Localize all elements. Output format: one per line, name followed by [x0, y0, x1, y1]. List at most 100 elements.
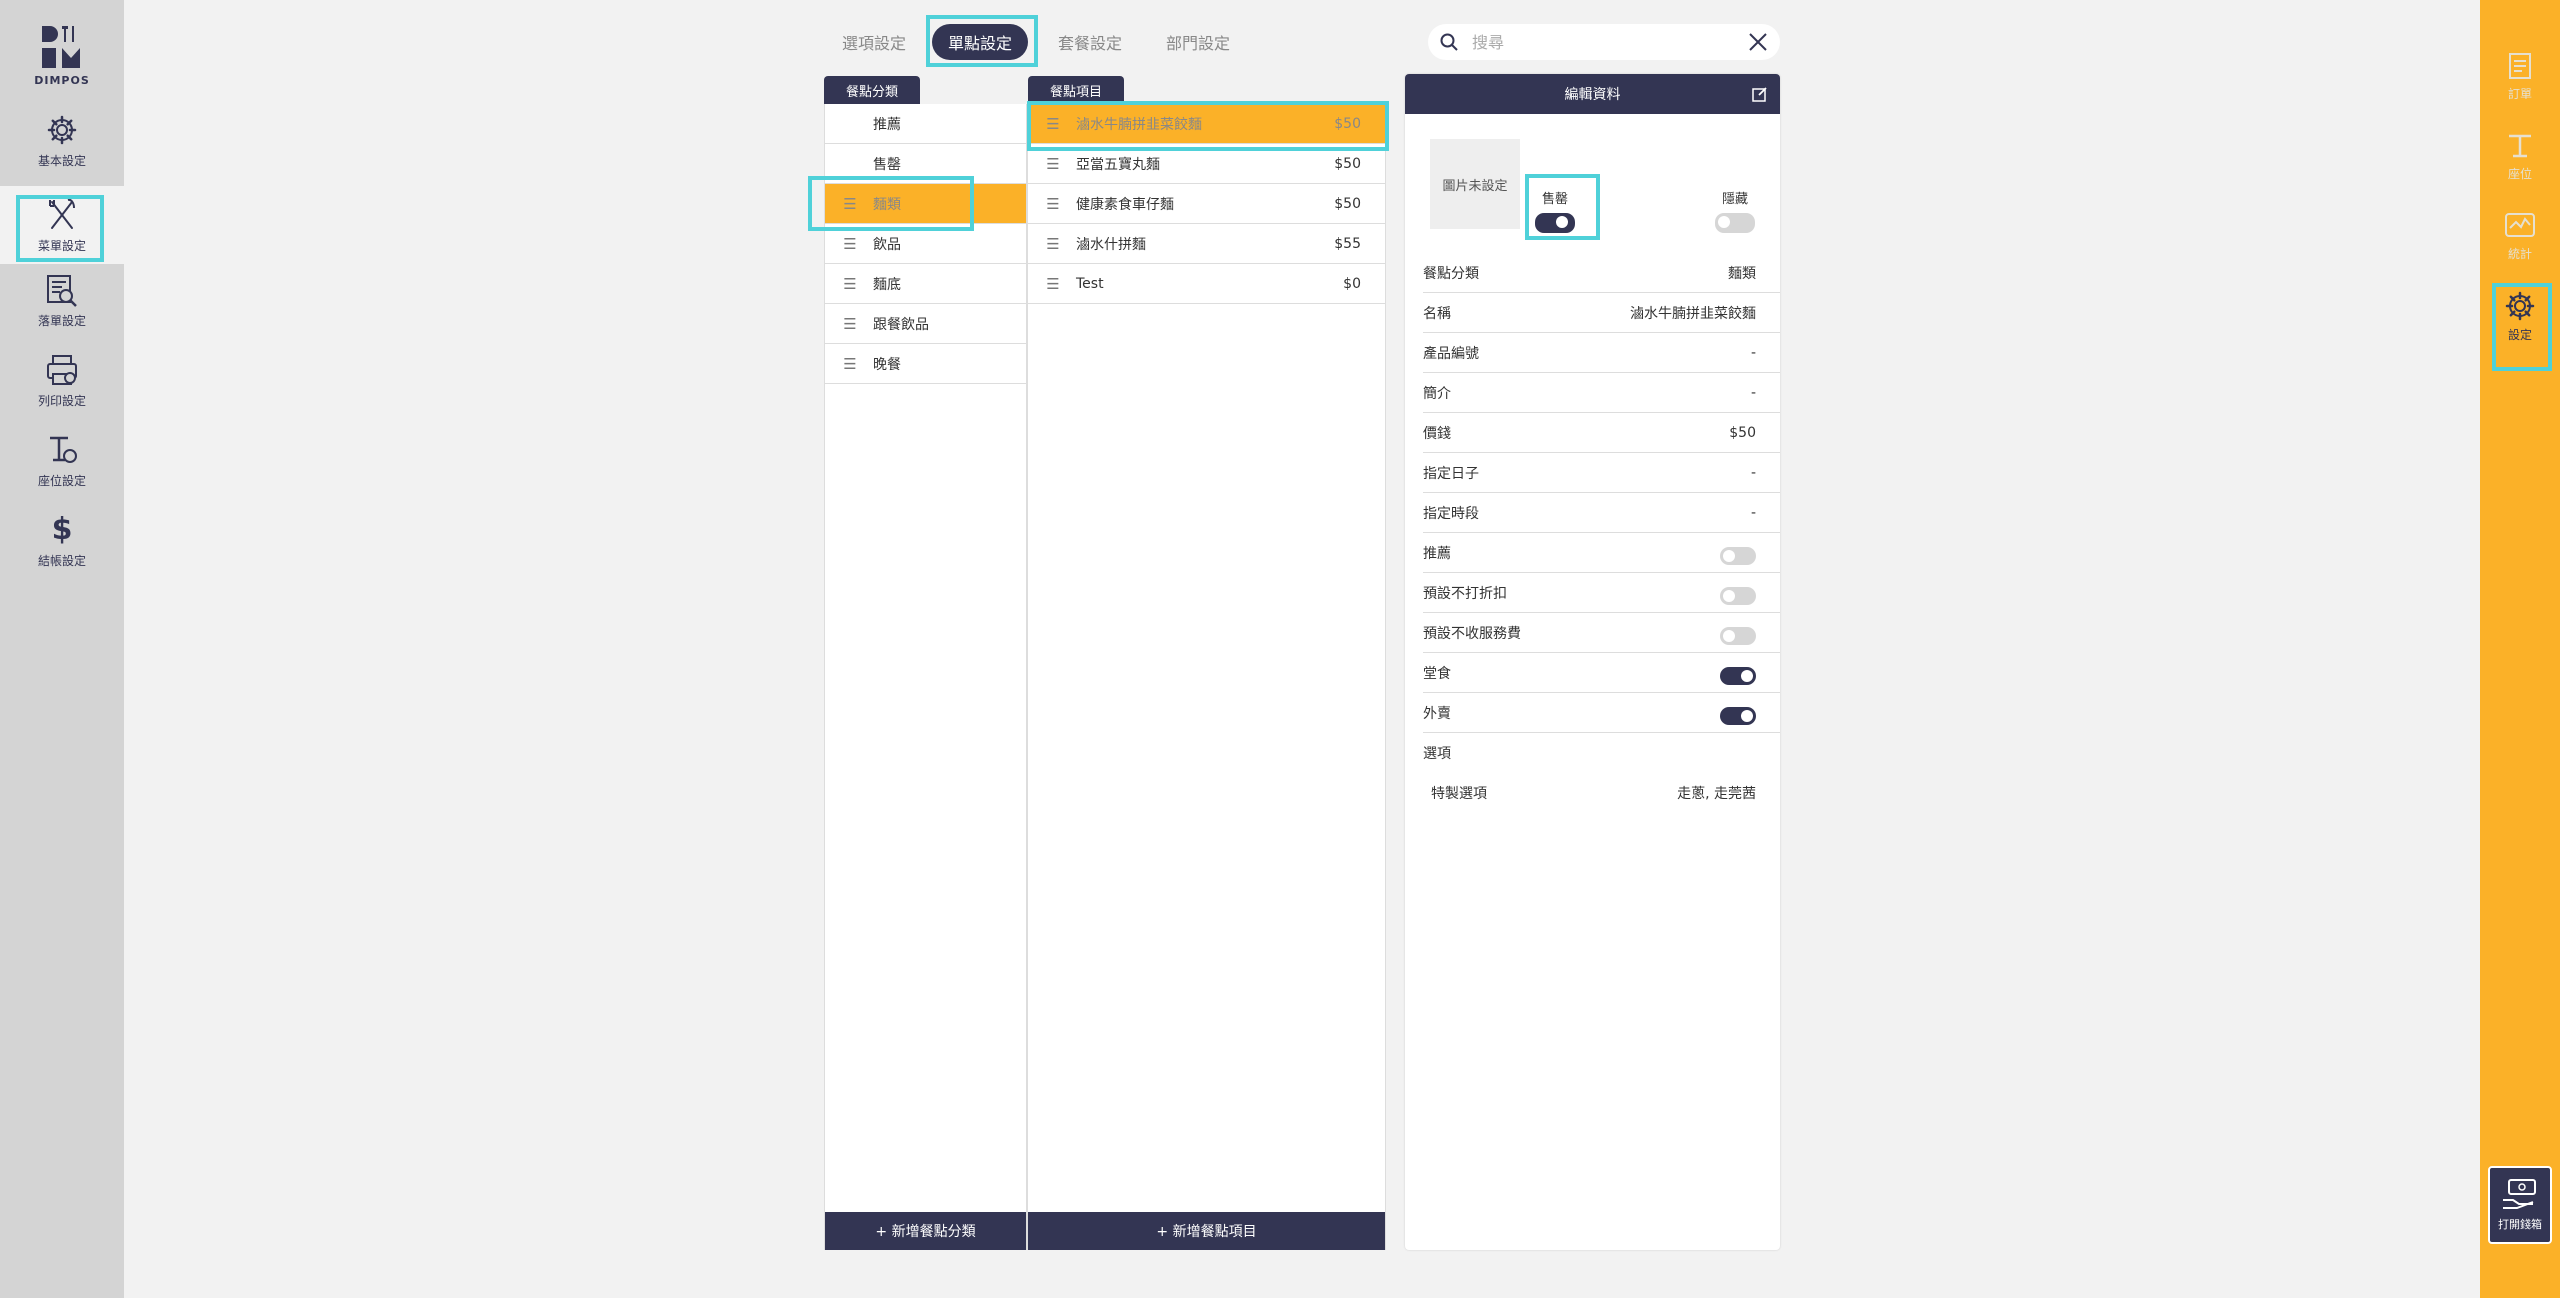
- item-name: 滷水什拼麵: [1076, 236, 1146, 253]
- category-name: 跟餐飲品: [873, 316, 929, 333]
- category-row-noodles[interactable]: ☰ 麵類: [825, 184, 1026, 224]
- field-row-description[interactable]: 簡介 -: [1423, 373, 1780, 413]
- category-row-noodle-base[interactable]: ☰ 麵底: [825, 264, 1026, 304]
- tab-set-meal[interactable]: 套餐設定: [1042, 24, 1138, 60]
- gear-icon: [42, 112, 82, 148]
- field-row-name[interactable]: 名稱 滷水牛腩拼韭菜餃麵: [1423, 293, 1780, 333]
- toggle-row-takeaway: 外賣: [1423, 693, 1780, 733]
- toggle-label: 預設不收服務費: [1423, 625, 1521, 642]
- field-value: 麵類: [1728, 265, 1756, 282]
- toggle-row-dine-in: 堂食: [1423, 653, 1780, 693]
- drag-handle-icon[interactable]: ☰: [1044, 115, 1062, 133]
- image-placeholder[interactable]: 圖片未設定: [1430, 139, 1520, 229]
- field-value: -: [1750, 344, 1756, 361]
- field-row-price[interactable]: 價錢 $50: [1423, 413, 1780, 453]
- nav-label: 基本設定: [37, 153, 86, 168]
- hidden-toggle[interactable]: [1715, 213, 1755, 233]
- hidden-label: 隱藏: [1721, 192, 1748, 207]
- category-name: 推薦: [873, 116, 901, 133]
- item-row[interactable]: ☰ 亞當五寶丸麵 $50: [1028, 144, 1385, 184]
- nav-basic-settings[interactable]: 基本設定: [0, 100, 124, 180]
- drag-handle-icon[interactable]: ☰: [841, 355, 859, 373]
- category-row-soldout[interactable]: 售罄: [825, 144, 1026, 184]
- category-name: 麵類: [873, 196, 901, 213]
- close-icon[interactable]: [1748, 32, 1768, 52]
- open-cashbox-button[interactable]: 打開錢箱: [2488, 1166, 2552, 1244]
- tab-department[interactable]: 部門設定: [1150, 24, 1246, 60]
- logo-text: DIMPOS: [34, 74, 90, 87]
- rnav-tables[interactable]: 座位: [2480, 116, 2560, 196]
- item-row[interactable]: ☰ 滷水牛腩拼韭菜餃麵 $50: [1028, 104, 1385, 144]
- category-column-header: 餐點分類: [824, 76, 920, 104]
- nav-seat-settings[interactable]: 座位設定: [0, 420, 124, 500]
- chart-icon: [2505, 212, 2535, 237]
- hidden-toggle-block: 隱藏: [1715, 188, 1755, 233]
- field-value: $50: [1729, 424, 1756, 441]
- field-row-product-code[interactable]: 產品編號 -: [1423, 333, 1780, 373]
- option-row[interactable]: 特製選項 走蔥, 走莞茜: [1423, 773, 1780, 813]
- field-row-category[interactable]: 餐點分類 麵類: [1423, 253, 1780, 293]
- right-sidebar: 訂單 座位 統計 設定 打開錢箱: [2480, 0, 2560, 1298]
- rnav-label: 訂單: [2507, 86, 2532, 101]
- nav-checkout-settings[interactable]: $ 結帳設定: [0, 500, 124, 580]
- item-row[interactable]: ☰ 健康素食車仔麵 $50: [1028, 184, 1385, 224]
- nav-order-settings[interactable]: 落單設定: [0, 260, 124, 340]
- rnav-orders[interactable]: 訂單: [2480, 36, 2560, 116]
- field-label: 產品編號: [1423, 345, 1479, 362]
- drag-handle-icon[interactable]: ☰: [1044, 155, 1062, 173]
- recommended-toggle[interactable]: [1720, 546, 1756, 565]
- option-value: 走蔥, 走莞茜: [1677, 786, 1756, 802]
- cash-drawer-icon: [2503, 1179, 2536, 1209]
- item-price: $50: [1334, 155, 1361, 172]
- gear-icon: [2505, 291, 2535, 320]
- search-icon: [1440, 33, 1458, 51]
- rnav-settings[interactable]: 設定: [2480, 276, 2560, 356]
- item-name: 滷水牛腩拼韭菜餃麵: [1076, 116, 1202, 133]
- field-row-time[interactable]: 指定時段 -: [1423, 493, 1780, 533]
- item-row[interactable]: ☰ 滷水什拼麵 $55: [1028, 224, 1385, 264]
- nav-label: 結帳設定: [37, 553, 86, 568]
- add-item-button[interactable]: + 新增餐點項目: [1028, 1212, 1385, 1250]
- dine-in-toggle[interactable]: [1720, 666, 1756, 685]
- seat-icon: [42, 432, 82, 468]
- dollar-icon: $: [51, 512, 73, 547]
- category-row-meal-drinks[interactable]: ☰ 跟餐飲品: [825, 304, 1026, 344]
- toggle-row-no-service-charge: 預設不收服務費: [1423, 613, 1780, 653]
- rnav-stats[interactable]: 統計: [2480, 196, 2560, 276]
- item-row[interactable]: ☰ Test $0: [1028, 264, 1385, 304]
- no-service-charge-toggle[interactable]: [1720, 626, 1756, 645]
- tab-single-item[interactable]: 單點設定: [932, 24, 1028, 60]
- nav-label: 落單設定: [37, 313, 86, 328]
- field-row-days[interactable]: 指定日子 -: [1423, 453, 1780, 493]
- nav-label: 列印設定: [37, 393, 86, 408]
- nav-print-settings[interactable]: 列印設定: [0, 340, 124, 420]
- drag-handle-icon[interactable]: ☰: [841, 235, 859, 253]
- edit-icon[interactable]: [1752, 86, 1768, 102]
- add-category-button[interactable]: + 新增餐點分類: [825, 1212, 1026, 1250]
- category-row-dinner[interactable]: ☰ 晚餐: [825, 344, 1026, 384]
- table-icon: [2509, 134, 2531, 157]
- field-label: 簡介: [1423, 385, 1451, 402]
- field-label: 價錢: [1423, 425, 1451, 442]
- no-discount-toggle[interactable]: [1720, 586, 1756, 605]
- field-label: 指定日子: [1423, 465, 1479, 482]
- app-logo: DIMPOS: [0, 24, 124, 90]
- drag-handle-icon[interactable]: ☰: [841, 315, 859, 333]
- item-price: $0: [1343, 275, 1361, 292]
- drag-handle-icon[interactable]: ☰: [1044, 275, 1062, 293]
- item-price: $50: [1334, 115, 1361, 132]
- category-row-drinks[interactable]: ☰ 飲品: [825, 224, 1026, 264]
- takeaway-toggle[interactable]: [1720, 706, 1756, 725]
- nav-menu-settings[interactable]: 菜單設定: [0, 186, 124, 264]
- tab-options[interactable]: 選項設定: [826, 24, 922, 60]
- drag-handle-icon[interactable]: ☰: [1044, 235, 1062, 253]
- toggle-row-no-discount: 預設不打折扣: [1423, 573, 1780, 613]
- edit-panel-header: 編輯資料: [1405, 74, 1780, 114]
- search-input[interactable]: [1472, 32, 1748, 52]
- category-row-recommended[interactable]: 推薦: [825, 104, 1026, 144]
- drag-handle-icon[interactable]: ☰: [1044, 195, 1062, 213]
- drag-handle-icon[interactable]: ☰: [841, 275, 859, 293]
- soldout-toggle[interactable]: [1535, 213, 1575, 233]
- toggle-label: 預設不打折扣: [1423, 585, 1507, 602]
- drag-handle-icon[interactable]: ☰: [841, 195, 859, 213]
